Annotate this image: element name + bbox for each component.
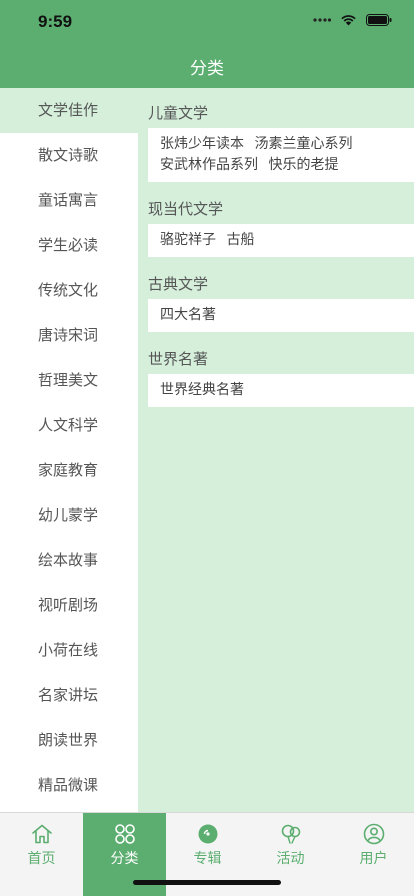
sidebar-item-tang-song-poems[interactable]: 唐诗宋词 <box>0 313 138 358</box>
status-time: 9:59 <box>38 12 73 31</box>
tag-item[interactable]: 张炜少年读本 <box>160 136 244 152</box>
page-title: 分类 <box>190 59 224 79</box>
sidebar-item-reading-world[interactable]: 朗读世界 <box>0 718 138 763</box>
home-icon <box>31 824 52 844</box>
sidebar-item-student-reading[interactable]: 学生必读 <box>0 223 138 268</box>
sidebar-item-literature[interactable]: 文学佳作 <box>0 88 138 133</box>
sidebar-item-humanities[interactable]: 人文科学 <box>0 403 138 448</box>
sidebar-item-picture-books[interactable]: 绘本故事 <box>0 538 138 583</box>
sidebar-item-philosophy[interactable]: 哲理美文 <box>0 358 138 403</box>
sidebar-item-av-theater[interactable]: 视听剧场 <box>0 583 138 628</box>
sidebar-item-micro-courses[interactable]: 精品微课 <box>0 763 138 808</box>
wifi-icon <box>341 15 356 26</box>
sidebar-item-xiaohe-online[interactable]: 小荷在线 <box>0 628 138 673</box>
section-tags: 骆驼祥子 古船 <box>148 224 414 257</box>
sidebar-item-early-learning[interactable]: 幼儿蒙学 <box>0 493 138 538</box>
section-tags: 张炜少年读本 汤素兰童心系列 安武林作品系列 快乐的老提 <box>148 128 414 182</box>
section-title: 儿童文学 <box>148 104 209 122</box>
section-tags: 世界经典名著 <box>148 374 414 407</box>
subcategory-panel: 儿童文学 张炜少年读本 汤素兰童心系列 安武林作品系列 快乐的老提 现当代文学 … <box>138 88 414 812</box>
tag-item[interactable]: 世界经典名著 <box>160 382 244 398</box>
section-title: 现当代文学 <box>148 200 224 218</box>
tag-item[interactable]: 快乐的老提 <box>268 157 338 173</box>
sidebar-item-traditional-culture[interactable]: 传统文化 <box>0 268 138 313</box>
top-bar: 9:59 分类 <box>0 0 414 88</box>
status-icons <box>313 14 392 26</box>
album-icon <box>198 824 217 844</box>
sidebar-item-fairy-tales[interactable]: 童话寓言 <box>0 178 138 223</box>
tab-label: 活动 <box>276 851 305 867</box>
tab-user[interactable]: 用户 <box>332 813 414 896</box>
tab-label: 专辑 <box>193 851 222 867</box>
tag-item[interactable]: 安武林作品系列 <box>160 157 258 173</box>
sidebar-item-prose-poetry[interactable]: 散文诗歌 <box>0 133 138 178</box>
tag-item[interactable]: 四大名著 <box>160 307 216 323</box>
tab-label: 首页 <box>27 851 56 867</box>
battery-icon <box>366 14 392 26</box>
activity-icon <box>281 824 300 844</box>
sidebar-item-family-education[interactable]: 家庭教育 <box>0 448 138 493</box>
tag-item[interactable]: 汤素兰童心系列 <box>254 136 352 152</box>
section-title: 古典文学 <box>148 275 209 293</box>
tab-home[interactable]: 首页 <box>0 813 83 896</box>
home-indicator <box>133 880 281 885</box>
tab-label: 分类 <box>110 851 139 867</box>
section-tags: 四大名著 <box>148 299 414 332</box>
category-icon <box>114 824 135 844</box>
section-title: 世界名著 <box>148 350 209 368</box>
user-icon <box>363 823 384 845</box>
sidebar-item-lectures[interactable]: 名家讲坛 <box>0 673 138 718</box>
tag-item[interactable]: 骆驼祥子 <box>160 232 216 248</box>
signal-icon <box>313 18 331 22</box>
tag-item[interactable]: 古船 <box>226 232 254 248</box>
tab-label: 用户 <box>359 851 388 867</box>
category-sidebar: 文学佳作 散文诗歌 童话寓言 学生必读 传统文化 唐诗宋词 哲理美文 人文科学 … <box>0 88 138 812</box>
